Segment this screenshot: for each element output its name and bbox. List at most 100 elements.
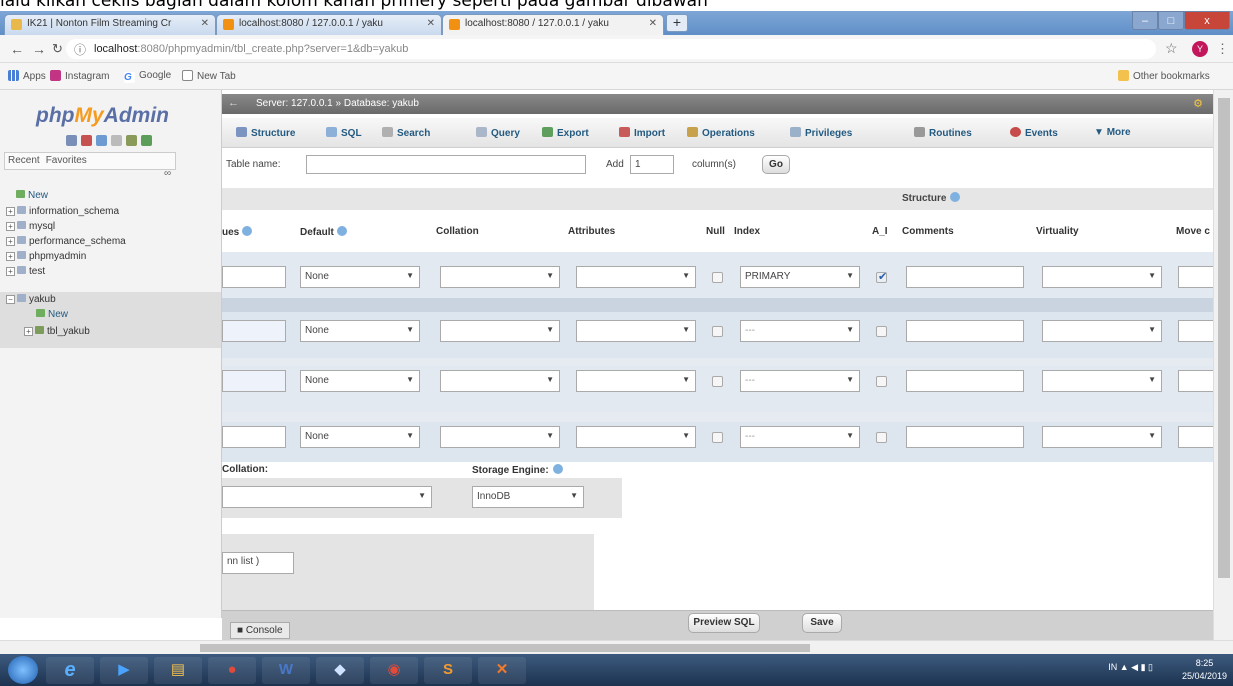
internet-explorer-icon[interactable]: e (46, 657, 94, 684)
media-player-icon[interactable]: ▶ (100, 657, 148, 684)
horizontal-scroll-thumb[interactable] (200, 644, 810, 652)
tab-privileges[interactable]: Privileges (790, 127, 852, 139)
go-button[interactable]: Go (762, 155, 790, 174)
forward-icon[interactable]: → (32, 41, 46, 57)
comments-input[interactable] (906, 370, 1024, 392)
home-icon[interactable] (66, 135, 77, 146)
collation-select[interactable]: ▼ (440, 320, 560, 342)
bookmark-google[interactable]: G Google (124, 70, 171, 83)
browser-tab-3-active[interactable]: localhost:8080 / 127.0.0.1 / yaku ✕ (442, 14, 664, 35)
collation-select[interactable]: ▼ (440, 426, 560, 448)
new-tab-button[interactable]: + (666, 14, 688, 32)
comments-input[interactable] (906, 320, 1024, 342)
maximize-button[interactable]: □ (1158, 11, 1184, 30)
horizontal-scrollbar[interactable] (0, 640, 1233, 654)
tab-events[interactable]: Events (1010, 127, 1058, 139)
move-column-select[interactable] (1178, 320, 1213, 342)
length-values-input[interactable] (222, 370, 286, 392)
vertical-scroll-thumb[interactable] (1218, 98, 1230, 578)
reload-icon[interactable]: ↻ (52, 41, 63, 57)
app-icon[interactable]: ◉ (370, 657, 418, 684)
move-column-select[interactable] (1178, 266, 1213, 288)
null-checkbox[interactable] (712, 376, 723, 387)
preview-sql-button[interactable]: Preview SQL (688, 613, 760, 633)
length-values-input[interactable] (222, 426, 286, 448)
default-select[interactable]: None ▼ (300, 320, 420, 342)
start-button[interactable] (8, 656, 38, 684)
close-tab-icon[interactable]: ✕ (649, 18, 657, 29)
clock[interactable]: 8:25 25/04/2019 (1182, 657, 1227, 683)
expand-icon[interactable]: + (6, 237, 15, 246)
breadcrumb-server[interactable]: Server: 127.0.0.1 (256, 98, 333, 109)
chrome-icon[interactable]: ● (208, 657, 256, 684)
browser-menu-icon[interactable]: ⋮ (1216, 41, 1229, 57)
tree-item-tbl-yakub[interactable]: + tbl_yakub (24, 326, 90, 340)
tree-item-performance-schema[interactable]: + performance_schema (6, 236, 126, 250)
index-select[interactable]: PRIMARY ▼ (740, 266, 860, 288)
help-icon[interactable] (336, 226, 347, 236)
link-nav-icon[interactable]: ∞ (164, 168, 171, 179)
breadcrumb-database[interactable]: Database: yakub (344, 98, 419, 109)
tab-more[interactable]: ▼ More (1094, 127, 1131, 138)
settings-icon[interactable] (126, 135, 137, 146)
virtuality-select[interactable]: ▼ (1042, 266, 1162, 288)
expand-icon[interactable]: + (24, 327, 33, 336)
length-values-input[interactable] (222, 320, 286, 342)
bookmark-apps[interactable]: Apps (8, 70, 46, 82)
console-toggle[interactable]: ■ Console (230, 622, 290, 639)
default-select[interactable]: None ▼ (300, 266, 420, 288)
attributes-select[interactable]: ▼ (576, 266, 696, 288)
sublime-text-icon[interactable]: S (424, 657, 472, 684)
auto-increment-checkbox[interactable] (876, 432, 887, 443)
null-checkbox[interactable] (712, 432, 723, 443)
comments-input[interactable] (906, 426, 1024, 448)
table-collation-select[interactable]: ▼ (222, 486, 432, 508)
virtuality-select[interactable]: ▼ (1042, 370, 1162, 392)
help-icon[interactable] (552, 464, 563, 474)
collation-select[interactable]: ▼ (440, 370, 560, 392)
tab-structure[interactable]: Structure (236, 127, 295, 139)
help-icon[interactable] (96, 135, 107, 146)
null-checkbox[interactable] (712, 326, 723, 337)
expand-icon[interactable]: + (6, 222, 15, 231)
expand-icon[interactable]: + (6, 207, 15, 216)
profile-avatar[interactable]: Y (1192, 41, 1208, 57)
default-select[interactable]: None ▼ (300, 370, 420, 392)
tree-item-test[interactable]: + test (6, 266, 45, 280)
tab-search[interactable]: Search (382, 127, 430, 139)
url-input[interactable]: ⓘ localhost:8080/phpmyadmin/tbl_create.p… (66, 39, 1156, 59)
index-select[interactable]: --- ▼ (740, 370, 860, 392)
bookmark-newtab[interactable]: New Tab (182, 70, 236, 82)
word-icon[interactable]: W (262, 657, 310, 684)
bookmark-other[interactable]: Other bookmarks (1118, 70, 1210, 82)
null-checkbox[interactable] (712, 272, 723, 283)
default-select[interactable]: None ▼ (300, 426, 420, 448)
bookmark-star-icon[interactable]: ☆ (1165, 40, 1178, 57)
tree-item-yakub[interactable]: − yakub (6, 294, 56, 308)
minimize-button[interactable]: – (1132, 11, 1158, 30)
comments-input[interactable] (906, 266, 1024, 288)
tab-operations[interactable]: Operations (687, 127, 755, 139)
back-icon[interactable]: ← (10, 41, 24, 57)
tab-export[interactable]: Export (542, 127, 589, 139)
tree-item-information-schema[interactable]: + information_schema (6, 206, 119, 220)
tab-routines[interactable]: Routines (914, 127, 972, 139)
tree-item-new[interactable]: New (16, 190, 48, 204)
storage-engine-select[interactable]: InnoDB ▼ (472, 486, 584, 508)
site-info-icon[interactable]: ⓘ (74, 41, 86, 58)
table-name-input[interactable] (306, 155, 586, 174)
tree-item-phpmyadmin[interactable]: + phpmyadmin (6, 251, 86, 265)
close-tab-icon[interactable]: ✕ (201, 18, 209, 29)
auto-increment-checkbox[interactable] (876, 376, 887, 387)
tab-sql[interactable]: SQL (326, 127, 362, 139)
vertical-scrollbar[interactable] (1213, 90, 1233, 640)
index-select[interactable]: --- ▼ (740, 426, 860, 448)
xampp-icon[interactable]: ✕ (478, 657, 526, 684)
expand-icon[interactable]: + (6, 267, 15, 276)
browser-tab-2[interactable]: localhost:8080 / 127.0.0.1 / yaku ✕ (216, 14, 442, 35)
partition-expression-input[interactable]: nn list ) (222, 552, 294, 574)
collapse-icon[interactable]: − (6, 295, 15, 304)
close-tab-icon[interactable]: ✕ (427, 18, 435, 29)
tab-import[interactable]: Import (619, 127, 665, 139)
length-values-input[interactable] (222, 266, 286, 288)
